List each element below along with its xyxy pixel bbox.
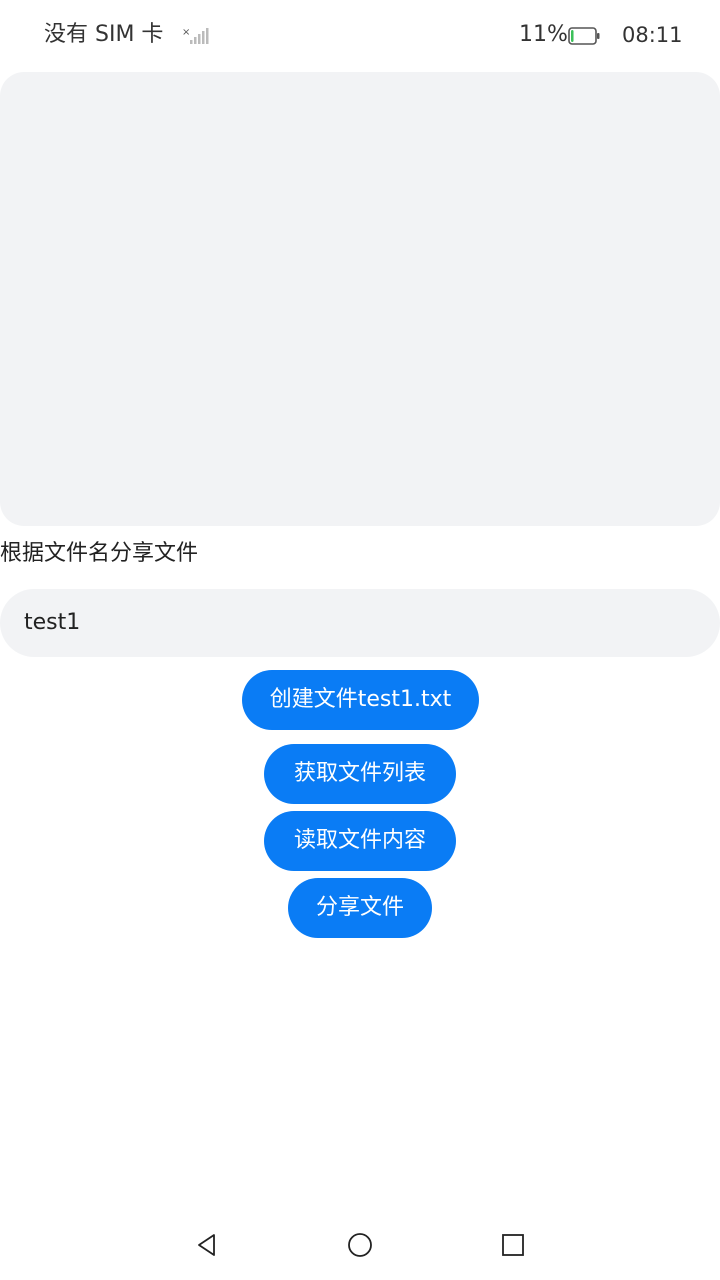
clock: 08:11 (622, 23, 683, 47)
recents-icon[interactable] (500, 1232, 526, 1258)
share-file-button[interactable]: 分享文件 (288, 878, 432, 938)
signal-icon: × (182, 26, 210, 46)
section-title: 根据文件名分享文件 (0, 541, 199, 566)
content-display-area (0, 72, 720, 526)
navigation-bar (0, 1206, 720, 1280)
battery-icon (568, 27, 600, 45)
read-file-content-button[interactable]: 读取文件内容 (264, 811, 456, 871)
svg-text:×: × (182, 27, 190, 38)
carrier-label: 没有 SIM 卡 (44, 22, 164, 47)
home-icon[interactable] (347, 1232, 373, 1258)
back-icon[interactable] (194, 1232, 220, 1258)
create-file-button[interactable]: 创建文件test1.txt (242, 670, 479, 730)
filename-input[interactable]: test1 (0, 589, 720, 657)
battery-percent: 11% (519, 22, 568, 47)
get-file-list-button[interactable]: 获取文件列表 (264, 744, 456, 804)
status-bar: 没有 SIM 卡 × 11% 08:11 (0, 0, 720, 72)
